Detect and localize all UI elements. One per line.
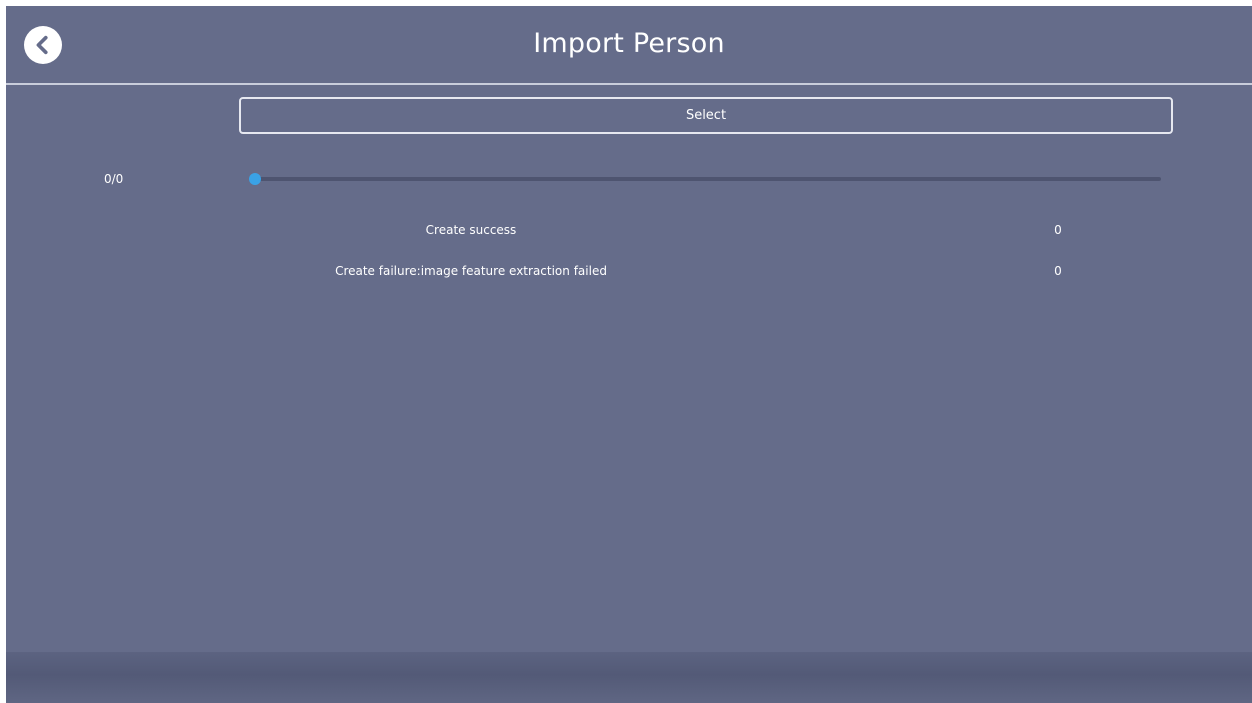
header-bar: Import Person	[6, 6, 1252, 83]
result-row-success: Create success 0	[6, 223, 1252, 243]
result-value-success: 0	[1054, 223, 1062, 237]
progress-slider[interactable]	[249, 169, 1161, 189]
result-row-failure: Create failure:image feature extraction …	[6, 264, 1252, 284]
header-divider	[6, 83, 1252, 85]
footer-band	[6, 652, 1252, 703]
progress-count: 0/0	[104, 172, 124, 186]
slider-thumb[interactable]	[249, 173, 261, 185]
result-label-success: Create success	[425, 223, 517, 237]
select-button[interactable]: Select	[239, 97, 1173, 134]
page-title: Import Person	[533, 28, 725, 59]
result-value-failure: 0	[1054, 264, 1062, 278]
app-window: Import Person Select 0/0 Create success …	[6, 6, 1252, 703]
result-label-failure: Create failure:image feature extraction …	[335, 264, 607, 278]
slider-track	[251, 177, 1161, 181]
